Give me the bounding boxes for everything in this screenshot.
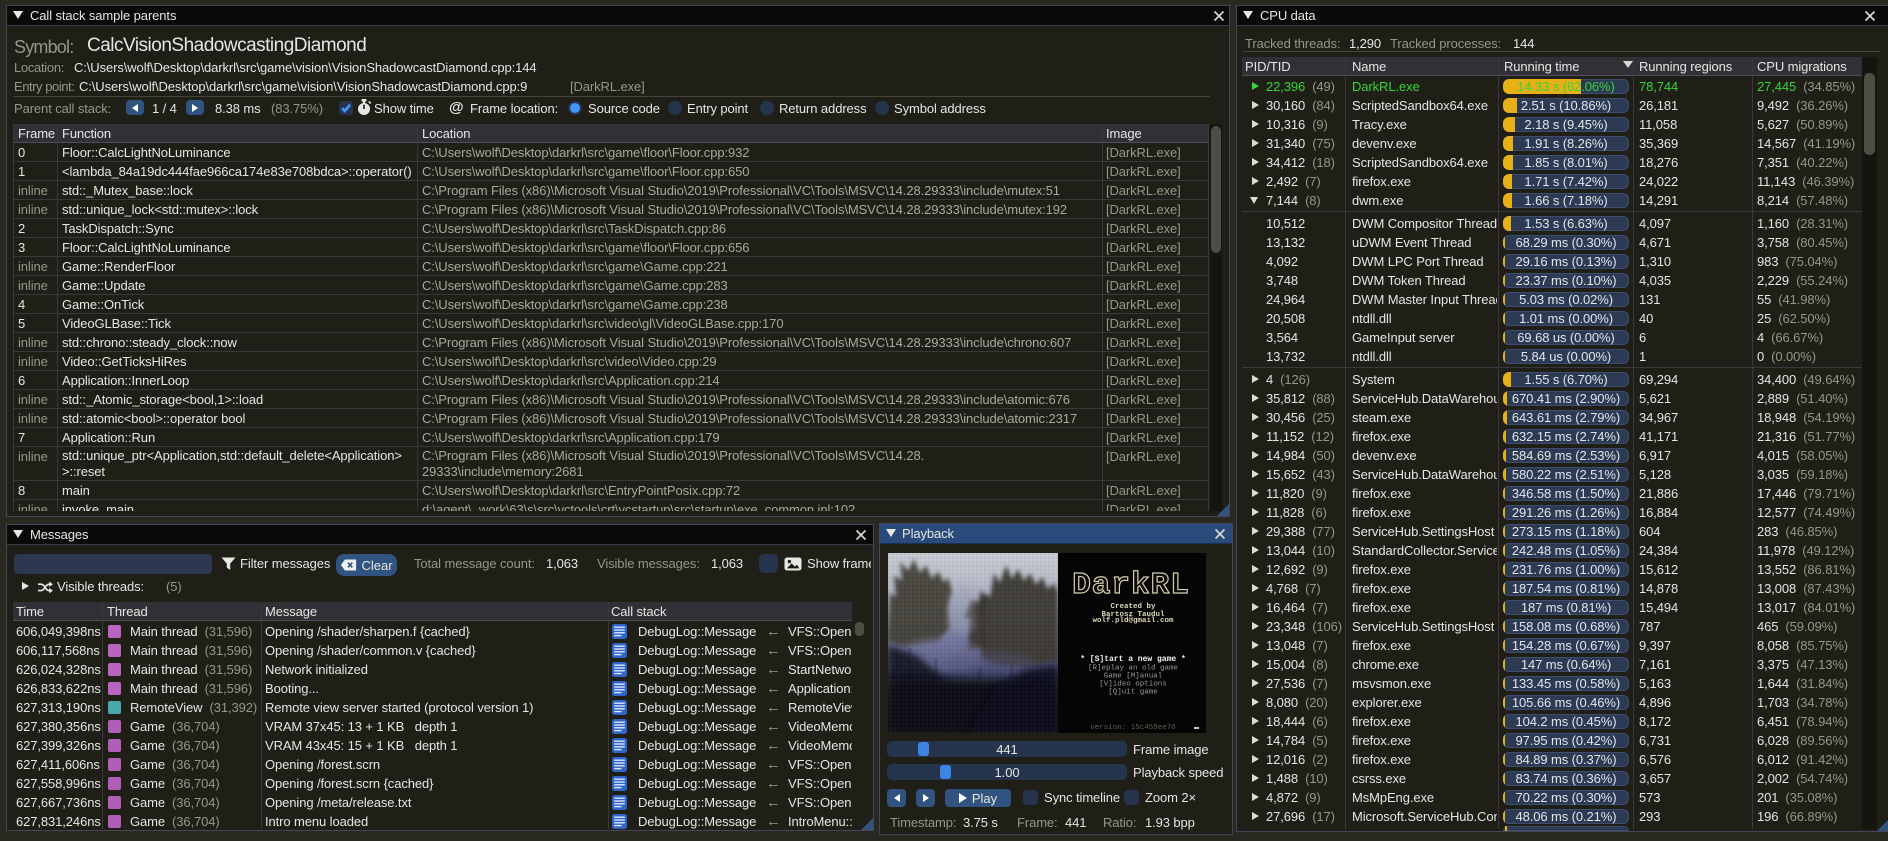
svg-text:* [S]tart a new game *: * [S]tart a new game * bbox=[1080, 655, 1186, 664]
svg-text:DarkRL: DarkRL bbox=[1072, 568, 1190, 603]
svg-text:[R]eplay an old game: [R]eplay an old game bbox=[1088, 665, 1178, 673]
svg-text:wolf.pld@gmail.com: wolf.pld@gmail.com bbox=[1092, 617, 1174, 625]
svg-text:Created by: Created by bbox=[1110, 603, 1156, 611]
svg-text:version: 15c455ee76: version: 15c455ee76 bbox=[1090, 724, 1176, 732]
svg-text:[V]ideo options: [V]ideo options bbox=[1099, 681, 1167, 689]
svg-text:[Q]uit game: [Q]uit game bbox=[1108, 689, 1158, 697]
svg-text:Game [M]anual: Game [M]anual bbox=[1104, 673, 1163, 681]
